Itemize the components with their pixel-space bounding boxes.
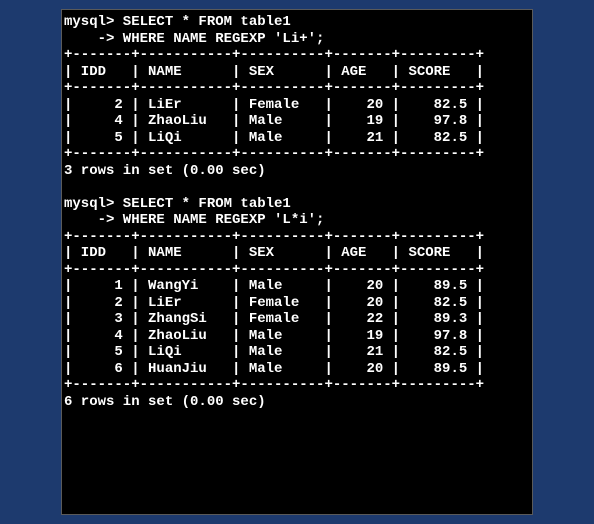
status-line: 6 rows in set (0.00 sec) (64, 394, 530, 411)
table-separator: +-------+-----------+----------+-------+… (64, 47, 530, 64)
table-row: | 2 | LiEr | Female | 20 | 82.5 | (64, 295, 530, 312)
table-header: | IDD | NAME | SEX | AGE | SCORE | (64, 245, 530, 262)
table-row: | 2 | LiEr | Female | 20 | 82.5 | (64, 97, 530, 114)
table-separator: +-------+-----------+----------+-------+… (64, 377, 530, 394)
sql-query-line2: -> WHERE NAME REGEXP 'Li+'; (64, 31, 530, 48)
sql-query-line1: mysql> SELECT * FROM table1 (64, 196, 530, 213)
table-row: | 6 | HuanJiu | Male | 20 | 89.5 | (64, 361, 530, 378)
table-row: | 4 | ZhaoLiu | Male | 19 | 97.8 | (64, 113, 530, 130)
table-separator: +-------+-----------+----------+-------+… (64, 262, 530, 279)
status-line: 3 rows in set (0.00 sec) (64, 163, 530, 180)
table-separator: +-------+-----------+----------+-------+… (64, 229, 530, 246)
table-separator: +-------+-----------+----------+-------+… (64, 146, 530, 163)
table-row: | 5 | LiQi | Male | 21 | 82.5 | (64, 130, 530, 147)
mysql-terminal: mysql> SELECT * FROM table1 -> WHERE NAM… (61, 9, 533, 515)
table-row: | 5 | LiQi | Male | 21 | 82.5 | (64, 344, 530, 361)
table-header: | IDD | NAME | SEX | AGE | SCORE | (64, 64, 530, 81)
table-separator: +-------+-----------+----------+-------+… (64, 80, 530, 97)
table-row: | 1 | WangYi | Male | 20 | 89.5 | (64, 278, 530, 295)
table-row: | 3 | ZhangSi | Female | 22 | 89.3 | (64, 311, 530, 328)
sql-query-line2: -> WHERE NAME REGEXP 'L*i'; (64, 212, 530, 229)
blank-line (64, 179, 530, 196)
table-row: | 4 | ZhaoLiu | Male | 19 | 97.8 | (64, 328, 530, 345)
sql-query-line1: mysql> SELECT * FROM table1 (64, 14, 530, 31)
